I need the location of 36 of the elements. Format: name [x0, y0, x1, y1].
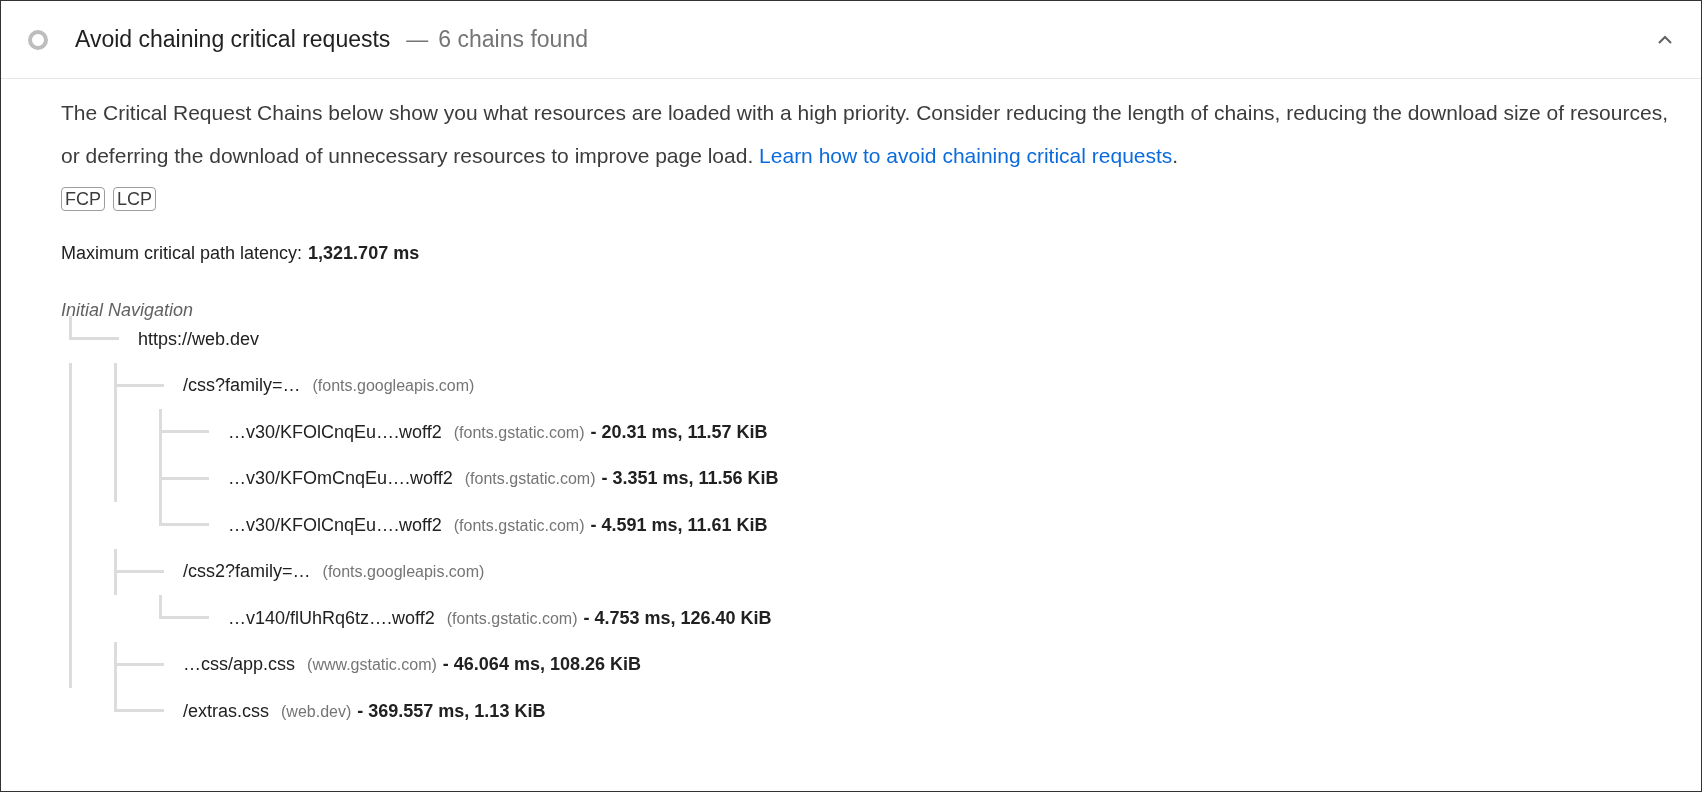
- request-host: (fonts.googleapis.com): [322, 562, 485, 583]
- metric-tag: LCP: [113, 186, 156, 211]
- request-url: …v30/KFOlCnqEu….woff2: [228, 420, 442, 444]
- request-url: https://web.dev: [138, 327, 260, 351]
- request-host: (fonts.gstatic.com): [446, 608, 578, 629]
- request-url: /css2?family=…: [183, 560, 311, 584]
- request-stats: - 4.753 ms, 126.40 KiB: [583, 606, 772, 630]
- request-stats: - 3.351 ms, 11.56 KiB: [601, 467, 779, 491]
- chevron-up-icon[interactable]: [1657, 34, 1673, 45]
- request-url: …v30/KFOmCnqEu….woff2: [228, 467, 453, 491]
- request-host: (fonts.gstatic.com): [453, 422, 585, 443]
- request-host: (web.dev): [281, 701, 352, 722]
- description-text: The Critical Request Chains below show you what resources are loaded with a high priority. Consider reducing the length of chains, reducing the download size of resources, or deferring the download of unnecessary resources to improve page load. Learn how to avoid chaining critical requests.: [61, 100, 1669, 169]
- request-stats: - 46.064 ms, 108.26 KiB: [442, 653, 641, 677]
- request-url: /extras.css: [183, 699, 270, 723]
- metric-tag: FCP: [61, 186, 105, 211]
- request-url: …css/app.css: [183, 653, 296, 677]
- tree-heading: Initial Navigation: [61, 300, 194, 320]
- audit-header[interactable]: Avoid chaining critical requests — 6 chains found: [1, 1, 1701, 79]
- separator-dash: —: [406, 26, 429, 54]
- request-stats: - 20.31 ms, 11.57 KiB: [590, 420, 768, 444]
- status-circle-icon: [27, 28, 49, 51]
- request-stats: - 369.557 ms, 1.13 KiB: [357, 699, 546, 723]
- request-host: (fonts.gstatic.com): [464, 469, 596, 490]
- request-stats: - 4.591 ms, 11.61 KiB: [590, 513, 768, 537]
- audit-title: Avoid chaining critical requests: [75, 25, 391, 55]
- request-host: (fonts.googleapis.com): [312, 376, 475, 397]
- request-url: /css?family=…: [183, 374, 301, 398]
- latency-label: Maximum critical path latency:: [61, 242, 303, 265]
- request-host: (www.gstatic.com): [307, 655, 437, 676]
- request-url: …v30/KFOlCnqEu….woff2: [228, 513, 442, 537]
- request-url: …v140/flUhRq6tz….woff2: [228, 606, 435, 630]
- latency-value: 1,321.707 ms: [308, 242, 420, 265]
- audit-summary: 6 chains found: [438, 25, 588, 55]
- learn-more-link[interactable]: Learn how to avoid chaining critical requests: [759, 144, 1173, 167]
- request-host: (fonts.gstatic.com): [453, 515, 585, 536]
